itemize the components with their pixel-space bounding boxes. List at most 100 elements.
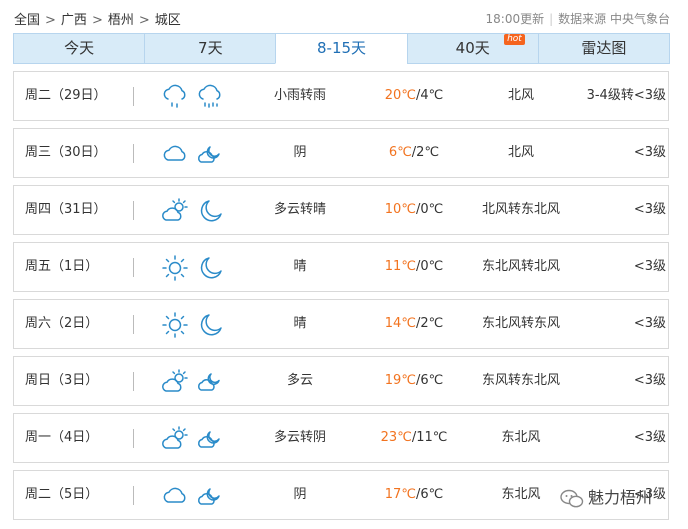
wind-level: 3-4级转<3级: [586, 88, 666, 103]
forecast-date: 周二（29日）: [25, 88, 107, 103]
forecast-date: 周一（4日）: [25, 430, 99, 445]
breadcrumb-separator: >: [45, 13, 56, 28]
cloudy-night-icon: [198, 488, 220, 505]
tab-label: 8-15天: [316, 39, 367, 57]
tab-label: 今天: [64, 39, 95, 57]
cloud-rain-icon: [163, 84, 186, 108]
temp-low: /0℃: [415, 202, 444, 217]
temp-high: 20℃: [384, 88, 416, 103]
partly-cloudy-day-icon: [162, 369, 188, 392]
row-divider: [133, 372, 134, 391]
row-divider: [133, 144, 134, 163]
partly-cloudy-day-icon: [162, 198, 188, 221]
moon-icon: [200, 200, 222, 222]
forecast-row[interactable]: 周六（2日） 晴 14℃/2℃ 东北风转东风 <3级: [13, 299, 669, 349]
wind-level: <3级: [633, 145, 666, 160]
tab-7-day[interactable]: 7天: [144, 33, 276, 64]
breadcrumb-item-province[interactable]: 广西: [61, 13, 87, 28]
breadcrumb: 全国 > 广西 > 梧州 > 城区: [14, 9, 181, 28]
wind-direction: 北风转东北风: [481, 202, 560, 217]
temperature: 23℃/11℃: [364, 414, 464, 462]
weather-desc: 阴: [293, 487, 307, 502]
temp-high: 14℃: [384, 316, 416, 331]
weather-desc: 多云: [286, 373, 313, 388]
row-divider: [133, 486, 134, 505]
wechat-watermark: 魅力梧州: [560, 484, 652, 509]
cloudy-night-icon: [198, 431, 220, 448]
temperature: 6℃/2℃: [364, 129, 464, 177]
forecast-row[interactable]: 周日（3日） 多云 19℃/6℃ 东风转东北风 <3级: [13, 356, 669, 406]
forecast-row[interactable]: 周一（4日） 多云转阴 23℃/11℃ 东北风 <3级: [13, 413, 669, 463]
wind-level: <3级: [633, 316, 666, 331]
watermark-text: 魅力梧州: [588, 488, 653, 507]
weather-desc: 小雨转雨: [273, 88, 326, 103]
wind-level: <3级: [633, 430, 666, 445]
breadcrumb-separator: >: [138, 13, 150, 28]
row-divider: [133, 429, 134, 448]
tab-40-day[interactable]: 40天 hot: [406, 33, 538, 64]
sun-icon: [162, 312, 188, 338]
temp-high: 17℃: [384, 487, 416, 502]
temperature: 17℃/6℃: [364, 471, 464, 519]
tab-label: 40天: [455, 39, 490, 57]
temp-low: /2℃: [411, 145, 440, 160]
temp-low: /11℃: [411, 430, 448, 445]
moon-icon: [200, 314, 222, 336]
temp-high: 23℃: [380, 430, 412, 445]
wind-direction: 东北风: [501, 430, 541, 445]
wind-direction: 北风: [507, 88, 534, 103]
tab-radar[interactable]: 雷达图: [537, 33, 671, 64]
temperature: 10℃/0℃: [364, 186, 464, 234]
update-meta: 18:00更新 | 数据来源 中央气象台: [486, 10, 670, 27]
temp-low: /6℃: [415, 373, 444, 388]
weather-desc: 多云转阴: [273, 430, 326, 445]
forecast-row[interactable]: 周三（30日） 阴 6℃/2℃ 北风 <3级: [13, 128, 669, 178]
temp-low: /2℃: [415, 316, 444, 331]
temperature: 19℃/6℃: [364, 357, 464, 405]
temp-high: 11℃: [384, 259, 416, 274]
wind-level: <3级: [633, 202, 666, 217]
forecast-row[interactable]: 周五（1日） 晴 11℃/0℃ 东北风转北风 <3级: [13, 242, 669, 292]
temp-high: 10℃: [384, 202, 416, 217]
temp-low: /6℃: [415, 487, 444, 502]
update-time: 18:00更新: [485, 12, 545, 26]
forecast-date: 周五（1日）: [25, 259, 99, 274]
wind-direction: 东北风: [501, 487, 541, 502]
forecast-date: 周三（30日）: [25, 145, 107, 160]
temperature: 11℃/0℃: [364, 243, 464, 291]
row-divider: [133, 258, 134, 277]
forecast-row[interactable]: 周四（31日） 多云转晴 10℃/0℃ 北风转东北风 <3级: [13, 185, 669, 235]
temp-high: 6℃: [388, 145, 412, 160]
header-bar: 全国 > 广西 > 梧州 > 城区 18:00更新 | 数据来源 中央气象台: [0, 0, 688, 34]
partly-cloudy-day-icon: [162, 426, 188, 449]
row-divider: [133, 315, 134, 334]
wind-level: <3级: [633, 373, 666, 388]
weather-desc: 晴: [293, 316, 307, 331]
wechat-icon: [560, 489, 584, 507]
wind-direction: 东风转东北风: [481, 373, 560, 388]
breadcrumb-item-district: 城区: [154, 13, 181, 28]
temp-low: /0℃: [415, 259, 444, 274]
breadcrumb-item-country[interactable]: 全国: [14, 13, 40, 28]
data-source: 数据来源 中央气象台: [558, 12, 670, 26]
forecast-row[interactable]: 周二（29日） 小雨转雨 20℃/4℃ 北风 3-4级转<3级: [13, 71, 669, 121]
cloud-rain-heavy-icon: [198, 84, 221, 108]
forecast-date: 周日（3日）: [25, 373, 99, 388]
tab-label: 雷达图: [581, 39, 627, 57]
cloudy-night-icon: [198, 146, 220, 163]
cloud-icon: [163, 487, 186, 503]
wind-direction: 北风: [507, 145, 534, 160]
tab-8-15-day[interactable]: 8-15天: [275, 33, 407, 64]
weather-desc: 阴: [293, 145, 307, 160]
forecast-date: 周二（5日）: [25, 487, 99, 502]
wind-level: <3级: [633, 259, 666, 274]
sun-icon: [162, 255, 188, 281]
partly-cloudy-night-icon: [198, 373, 220, 391]
row-divider: [133, 201, 134, 220]
tab-today[interactable]: 今天: [13, 33, 145, 64]
weather-desc: 多云转晴: [273, 202, 326, 217]
temperature: 20℃/4℃: [364, 72, 464, 120]
row-divider: [133, 87, 134, 106]
breadcrumb-item-city[interactable]: 梧州: [108, 13, 134, 28]
wind-direction: 东北风转东风: [481, 316, 560, 331]
